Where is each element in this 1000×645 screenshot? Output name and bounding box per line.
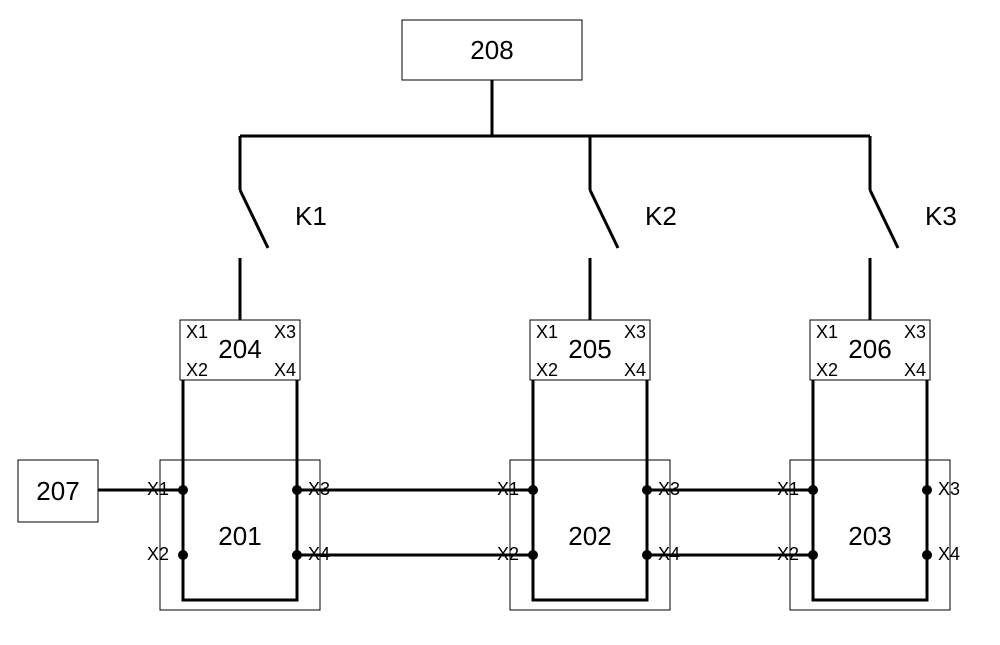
- switch-k2-label: K2: [645, 201, 677, 231]
- smallbox-204: 204 X1 X3 X2 X4: [180, 320, 300, 380]
- sb206-x4: X4: [904, 360, 926, 380]
- sb206-x2: X2: [816, 360, 838, 380]
- sb206-x1: X1: [816, 322, 838, 342]
- sb205-x3: X3: [624, 322, 646, 342]
- smallbox-204-id: 204: [218, 334, 261, 364]
- label-208: 208: [470, 35, 513, 65]
- sb204-x2: X2: [186, 360, 208, 380]
- bigbox-201-id: 201: [218, 521, 261, 551]
- switch-k1-label: K1: [295, 201, 327, 231]
- bb201-x2: X2: [147, 544, 169, 564]
- sb204-x3: X3: [274, 322, 296, 342]
- label-207: 207: [36, 476, 79, 506]
- smallbox-206-id: 206: [848, 334, 891, 364]
- smallbox-205: 205 X1 X3 X2 X4: [530, 320, 650, 380]
- sb206-x3: X3: [904, 322, 926, 342]
- bigbox-203-id: 203: [848, 521, 891, 551]
- smallbox-206: 206 X1 X3 X2 X4: [810, 320, 930, 380]
- sb204-x1: X1: [186, 322, 208, 342]
- bb203-x4: X4: [938, 544, 960, 564]
- bb203-x3: X3: [938, 479, 960, 499]
- sb205-x2: X2: [536, 360, 558, 380]
- sb205-x1: X1: [536, 322, 558, 342]
- switch-k3-label: K3: [925, 201, 957, 231]
- sb204-x4: X4: [274, 360, 296, 380]
- smallbox-205-id: 205: [568, 334, 611, 364]
- bigbox-202-id: 202: [568, 521, 611, 551]
- sb205-x4: X4: [624, 360, 646, 380]
